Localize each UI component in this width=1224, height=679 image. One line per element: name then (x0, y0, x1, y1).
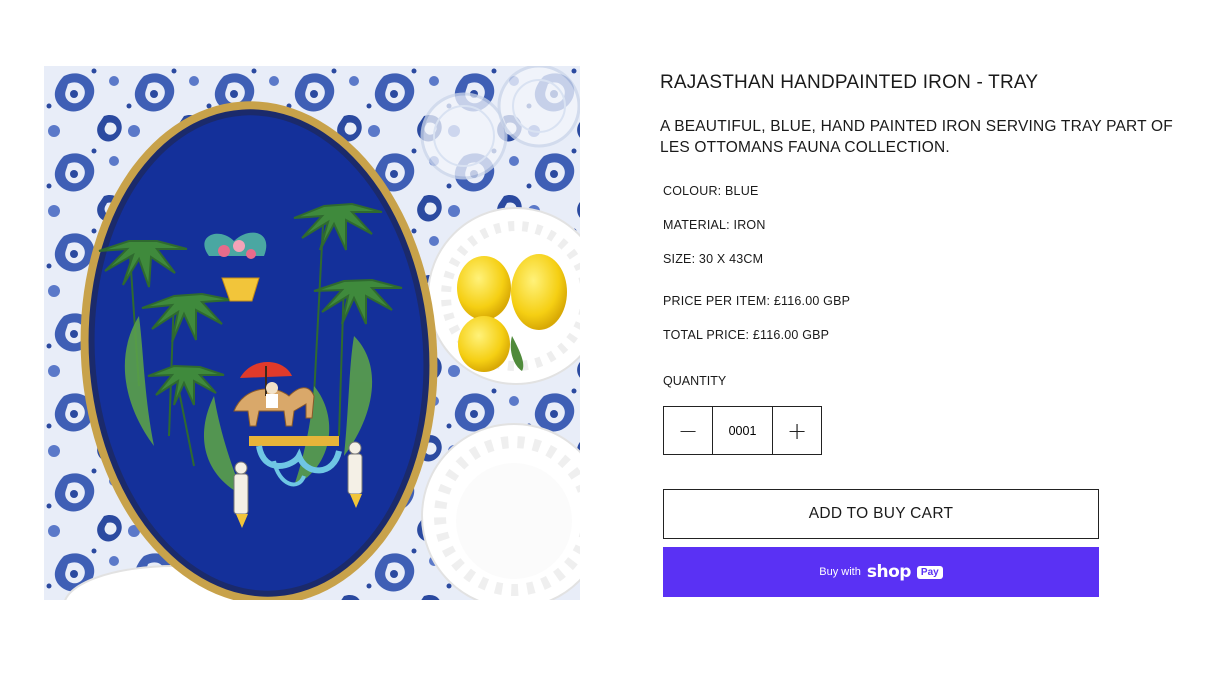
quantity-input[interactable] (712, 407, 773, 454)
increment-button[interactable]: + (773, 407, 821, 454)
product-material: MATERIAL: IRON (663, 218, 766, 232)
shop-logo-text: shop (866, 562, 912, 582)
product-title: RAJASTHAN HANDPAINTED IRON - TRAY (660, 72, 1039, 93)
buy-with-label: Buy with (819, 566, 861, 578)
total-price: TOTAL PRICE: £116.00 GBP (663, 328, 830, 342)
price-per-item: PRICE PER ITEM: £116.00 GBP (663, 294, 851, 308)
pay-badge: Pay (916, 565, 943, 579)
quantity-stepper: − + (663, 406, 822, 455)
add-to-cart-button[interactable]: ADD TO BUY CART (663, 489, 1099, 539)
product-description: A BEAUTIFUL, BLUE, HAND PAINTED IRON SER… (660, 118, 1173, 156)
product-image (44, 66, 580, 600)
decrement-button[interactable]: − (664, 407, 712, 454)
quantity-label: QUANTITY (663, 374, 727, 388)
shop-pay-button[interactable]: Buy with shop Pay (663, 547, 1099, 597)
product-colour: COLOUR: BLUE (663, 184, 759, 198)
product-size: SIZE: 30 X 43CM (663, 252, 764, 266)
